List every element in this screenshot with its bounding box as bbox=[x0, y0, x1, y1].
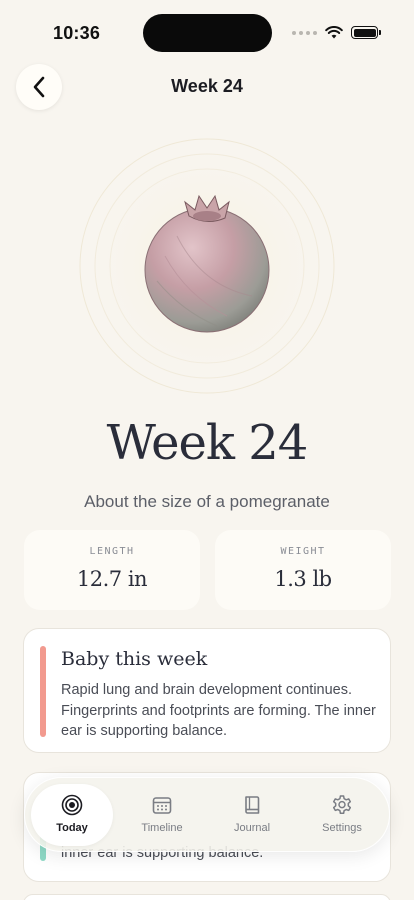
week-heading: Week 24 bbox=[106, 415, 309, 471]
tab-label: Today bbox=[56, 822, 88, 834]
weight-label: WEIGHT bbox=[280, 546, 326, 557]
card-title: Baby this week bbox=[61, 648, 208, 670]
length-label: LENGTH bbox=[89, 546, 135, 557]
week-detail-screen: 10:36 Week 24 Week 24 About the size of … bbox=[0, 0, 414, 900]
accent-bar bbox=[40, 646, 46, 737]
calendar-icon bbox=[152, 797, 172, 814]
tab-label: Timeline bbox=[141, 822, 183, 834]
wifi-icon bbox=[325, 26, 343, 39]
book-icon bbox=[245, 796, 260, 814]
tab-settings[interactable]: Settings bbox=[301, 784, 383, 846]
target-icon bbox=[61, 794, 83, 816]
tab-label: Journal bbox=[233, 822, 271, 834]
tab-timeline[interactable]: Timeline bbox=[121, 784, 203, 846]
nav-title: Week 24 bbox=[171, 76, 243, 96]
status-bar: 10:36 bbox=[0, 0, 414, 60]
weight-value: 1.3 lb bbox=[274, 567, 332, 591]
tab-today[interactable]: Today bbox=[31, 784, 113, 846]
info-card-3[interactable] bbox=[23, 894, 391, 900]
length-card: LENGTH 12.7 in bbox=[24, 530, 200, 610]
tab-label: Settings bbox=[322, 822, 362, 834]
weight-card: WEIGHT 1.3 lb bbox=[215, 530, 391, 610]
card-text: Rapid lung and brain development continu… bbox=[61, 682, 376, 739]
size-comparison: About the size of a pomegranate bbox=[84, 492, 330, 511]
tab-journal[interactable]: Journal bbox=[211, 784, 293, 846]
gear-icon bbox=[332, 795, 352, 815]
pomegranate-icon bbox=[79, 138, 335, 394]
battery-icon bbox=[351, 26, 381, 39]
baby-this-week-card[interactable]: Baby this week Rapid lung and brain deve… bbox=[23, 628, 391, 753]
length-value: 12.7 in bbox=[76, 567, 148, 591]
tab-bar: Today Timeline Journal Settings bbox=[24, 777, 390, 852]
status-time: 10:36 bbox=[53, 23, 101, 43]
signal-icon bbox=[292, 30, 317, 35]
hero-illustration bbox=[77, 136, 337, 396]
dynamic-island bbox=[143, 14, 272, 52]
status-icons bbox=[292, 26, 381, 39]
